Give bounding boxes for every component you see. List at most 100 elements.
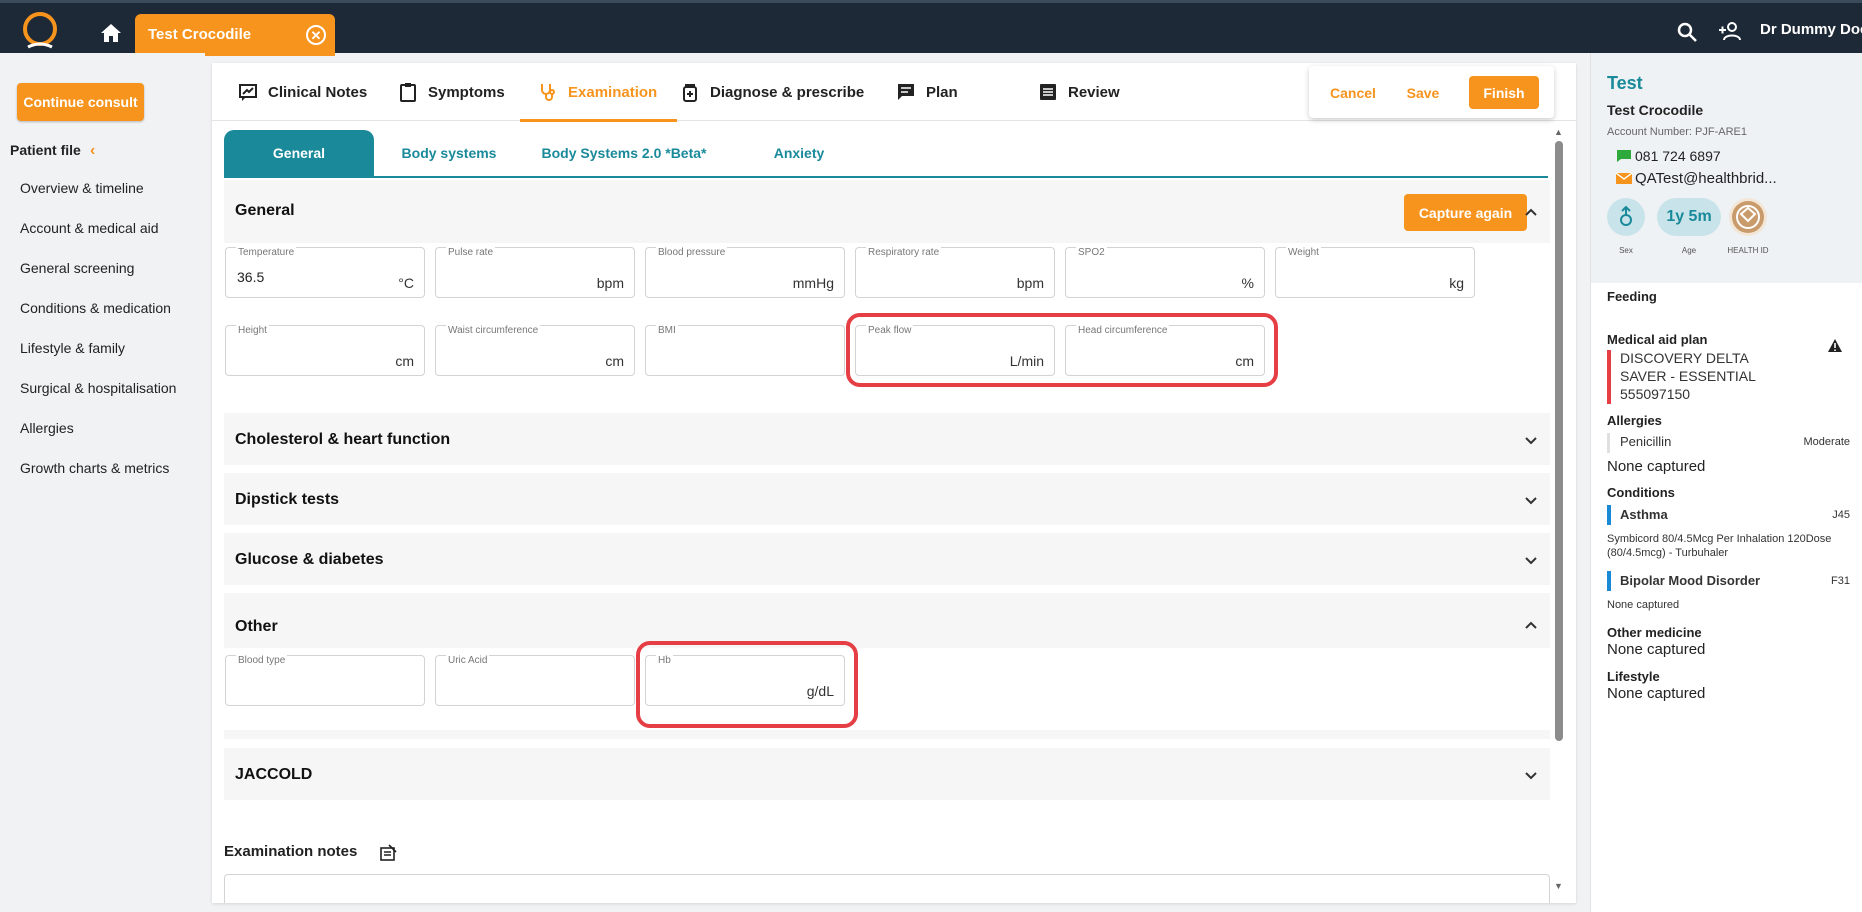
nav-item-general-screening[interactable]: General screening xyxy=(20,259,200,299)
warning-icon[interactable] xyxy=(1827,338,1843,353)
subtab-anxiety[interactable]: Anxiety xyxy=(734,130,864,176)
condition-medication: (80/4.5mcg) - Turbuhaler xyxy=(1607,547,1729,559)
sex-label: Sex xyxy=(1619,246,1633,255)
section-cholesterol[interactable]: Cholesterol & heart function xyxy=(224,413,1550,465)
field-blood-type[interactable]: Blood type xyxy=(225,655,425,706)
continue-consult-button[interactable]: Continue consult xyxy=(17,83,144,121)
patient-email[interactable]: QATest@healthbrid... xyxy=(1616,170,1777,187)
patient-short-name[interactable]: Test xyxy=(1607,73,1643,94)
other-medicine-title: Other medicine xyxy=(1607,625,1702,640)
examination-notes-title: Examination notes xyxy=(224,843,358,860)
home-icon[interactable] xyxy=(100,23,122,43)
tab-clinical-notes[interactable]: Clinical Notes xyxy=(238,63,367,121)
section-dipstick[interactable]: Dipstick tests xyxy=(224,473,1550,525)
field-pulse-rate[interactable]: Pulse rate bpm xyxy=(435,247,635,298)
field-temperature[interactable]: Temperature 36.5 °C xyxy=(225,247,425,298)
field-weight[interactable]: Weight kg xyxy=(1275,247,1475,298)
chevron-up-icon[interactable] xyxy=(1524,205,1538,219)
tab-examination[interactable]: Examination xyxy=(520,63,678,122)
capture-again-button[interactable]: Capture again xyxy=(1404,194,1527,231)
nav-item-growth-charts[interactable]: Growth charts & metrics xyxy=(20,459,200,499)
medical-aid-line: DISCOVERY DELTA xyxy=(1620,350,1749,366)
tab-symptoms[interactable]: Symptoms xyxy=(398,63,505,121)
section-title-dipstick: Dipstick tests xyxy=(235,491,340,508)
scroll-up-icon[interactable]: ▲ xyxy=(1554,127,1563,137)
tab-label: Review xyxy=(1068,83,1120,101)
medical-aid-line: SAVER - ESSENTIAL xyxy=(1620,368,1756,384)
field-label: Blood pressure xyxy=(656,247,728,258)
tab-diagnose-prescribe[interactable]: Diagnose & prescribe xyxy=(680,63,864,121)
close-tab-icon[interactable]: ✕ xyxy=(306,25,326,45)
scroll-down-icon[interactable]: ▼ xyxy=(1554,881,1563,891)
section-title-other: Other xyxy=(235,618,278,635)
field-bmi[interactable]: BMI xyxy=(645,325,845,376)
field-respiratory-rate[interactable]: Respiratory rate bpm xyxy=(855,247,1055,298)
patient-header: Test Test Crocodile Account Number: PJF-… xyxy=(1591,53,1862,283)
chevron-down-icon[interactable] xyxy=(1524,433,1538,447)
collapse-chevron-icon[interactable]: ‹ xyxy=(90,142,95,160)
chevron-down-icon[interactable] xyxy=(1524,553,1538,567)
condition-name[interactable]: Asthma xyxy=(1620,507,1668,522)
scrollbar-thumb[interactable] xyxy=(1555,141,1563,741)
chevron-down-icon[interactable] xyxy=(1524,493,1538,507)
nav-item-overview[interactable]: Overview & timeline xyxy=(20,179,200,219)
subtab-body-systems-2[interactable]: Body Systems 2.0 *Beta* xyxy=(524,130,724,176)
field-height[interactable]: Height cm xyxy=(225,325,425,376)
nav-item-conditions[interactable]: Conditions & medication xyxy=(20,299,200,339)
section-jaccold[interactable]: JACCOLD xyxy=(224,748,1550,800)
subtab-body-systems[interactable]: Body systems xyxy=(379,130,519,176)
section-title-general: General xyxy=(235,202,295,219)
subtab-general[interactable]: General xyxy=(224,130,374,176)
condition-code: F31 xyxy=(1831,575,1850,587)
cancel-button[interactable]: Cancel xyxy=(1323,76,1383,109)
field-unit: kg xyxy=(1449,275,1464,291)
tab-review[interactable]: Review xyxy=(1038,63,1120,121)
field-spo2[interactable]: SPO2 % xyxy=(1065,247,1265,298)
nav-item-surgical[interactable]: Surgical & hospitalisation xyxy=(20,379,200,419)
patient-tab[interactable]: Test Crocodile ✕ xyxy=(135,14,335,56)
patient-file-title: Patient file xyxy=(10,142,81,158)
sex-badge xyxy=(1607,198,1645,236)
tab-plan[interactable]: Plan xyxy=(896,63,958,121)
chevron-down-icon[interactable] xyxy=(1524,768,1538,782)
field-blood-pressure[interactable]: Blood pressure mmHg xyxy=(645,247,845,298)
templates-icon[interactable] xyxy=(379,844,397,862)
medical-aid-title: Medical aid plan xyxy=(1607,332,1708,347)
field-label: Respiratory rate xyxy=(866,247,942,258)
stethoscope-icon xyxy=(541,84,555,101)
section-title-cholesterol: Cholesterol & heart function xyxy=(235,431,451,448)
field-unit: cm xyxy=(395,353,414,369)
allergy-bar xyxy=(1607,433,1610,453)
save-button[interactable]: Save xyxy=(1393,76,1453,109)
scrollbar[interactable]: ▲ ▼ xyxy=(1553,127,1563,893)
conditions-title: Conditions xyxy=(1607,485,1675,500)
sub-tabs: General Body systems Body Systems 2.0 *B… xyxy=(224,130,1548,178)
examination-notes-input[interactable] xyxy=(224,874,1550,903)
section-other: Other Blood type Uric Acid Hb g/dL xyxy=(224,593,1550,739)
nav-item-lifestyle[interactable]: Lifestyle & family xyxy=(20,339,200,379)
field-value: 36.5 xyxy=(237,269,265,285)
condition-code: J45 xyxy=(1832,509,1850,521)
nav-item-account[interactable]: Account & medical aid xyxy=(20,219,200,259)
nav-item-allergies[interactable]: Allergies xyxy=(20,419,200,459)
chat-icon xyxy=(898,84,914,100)
phone-number: 081 724 6897 xyxy=(1635,148,1721,164)
field-unit: mmHg xyxy=(792,275,834,291)
health-id-badge[interactable] xyxy=(1729,198,1767,236)
section-glucose[interactable]: Glucose & diabetes xyxy=(224,533,1550,585)
user-menu[interactable]: Dr Dummy Doc xyxy=(1760,21,1862,38)
search-icon[interactable] xyxy=(1676,21,1698,43)
patient-full-name: Test Crocodile xyxy=(1607,102,1704,118)
medical-aid-number: 555097150 xyxy=(1620,386,1691,402)
patient-phone[interactable]: 081 724 6897 xyxy=(1616,148,1721,164)
finish-button[interactable]: Finish xyxy=(1469,76,1539,109)
highlight-peak-head xyxy=(846,313,1278,387)
field-uric-acid[interactable]: Uric Acid xyxy=(435,655,635,706)
field-unit: % xyxy=(1241,275,1254,291)
field-waist-circumference[interactable]: Waist circumference cm xyxy=(435,325,635,376)
condition-name[interactable]: Bipolar Mood Disorder xyxy=(1620,573,1760,588)
add-user-icon[interactable] xyxy=(1718,19,1742,43)
field-label: Temperature xyxy=(236,247,297,258)
app-logo-icon[interactable] xyxy=(20,11,60,51)
chevron-up-icon[interactable] xyxy=(1524,618,1538,632)
